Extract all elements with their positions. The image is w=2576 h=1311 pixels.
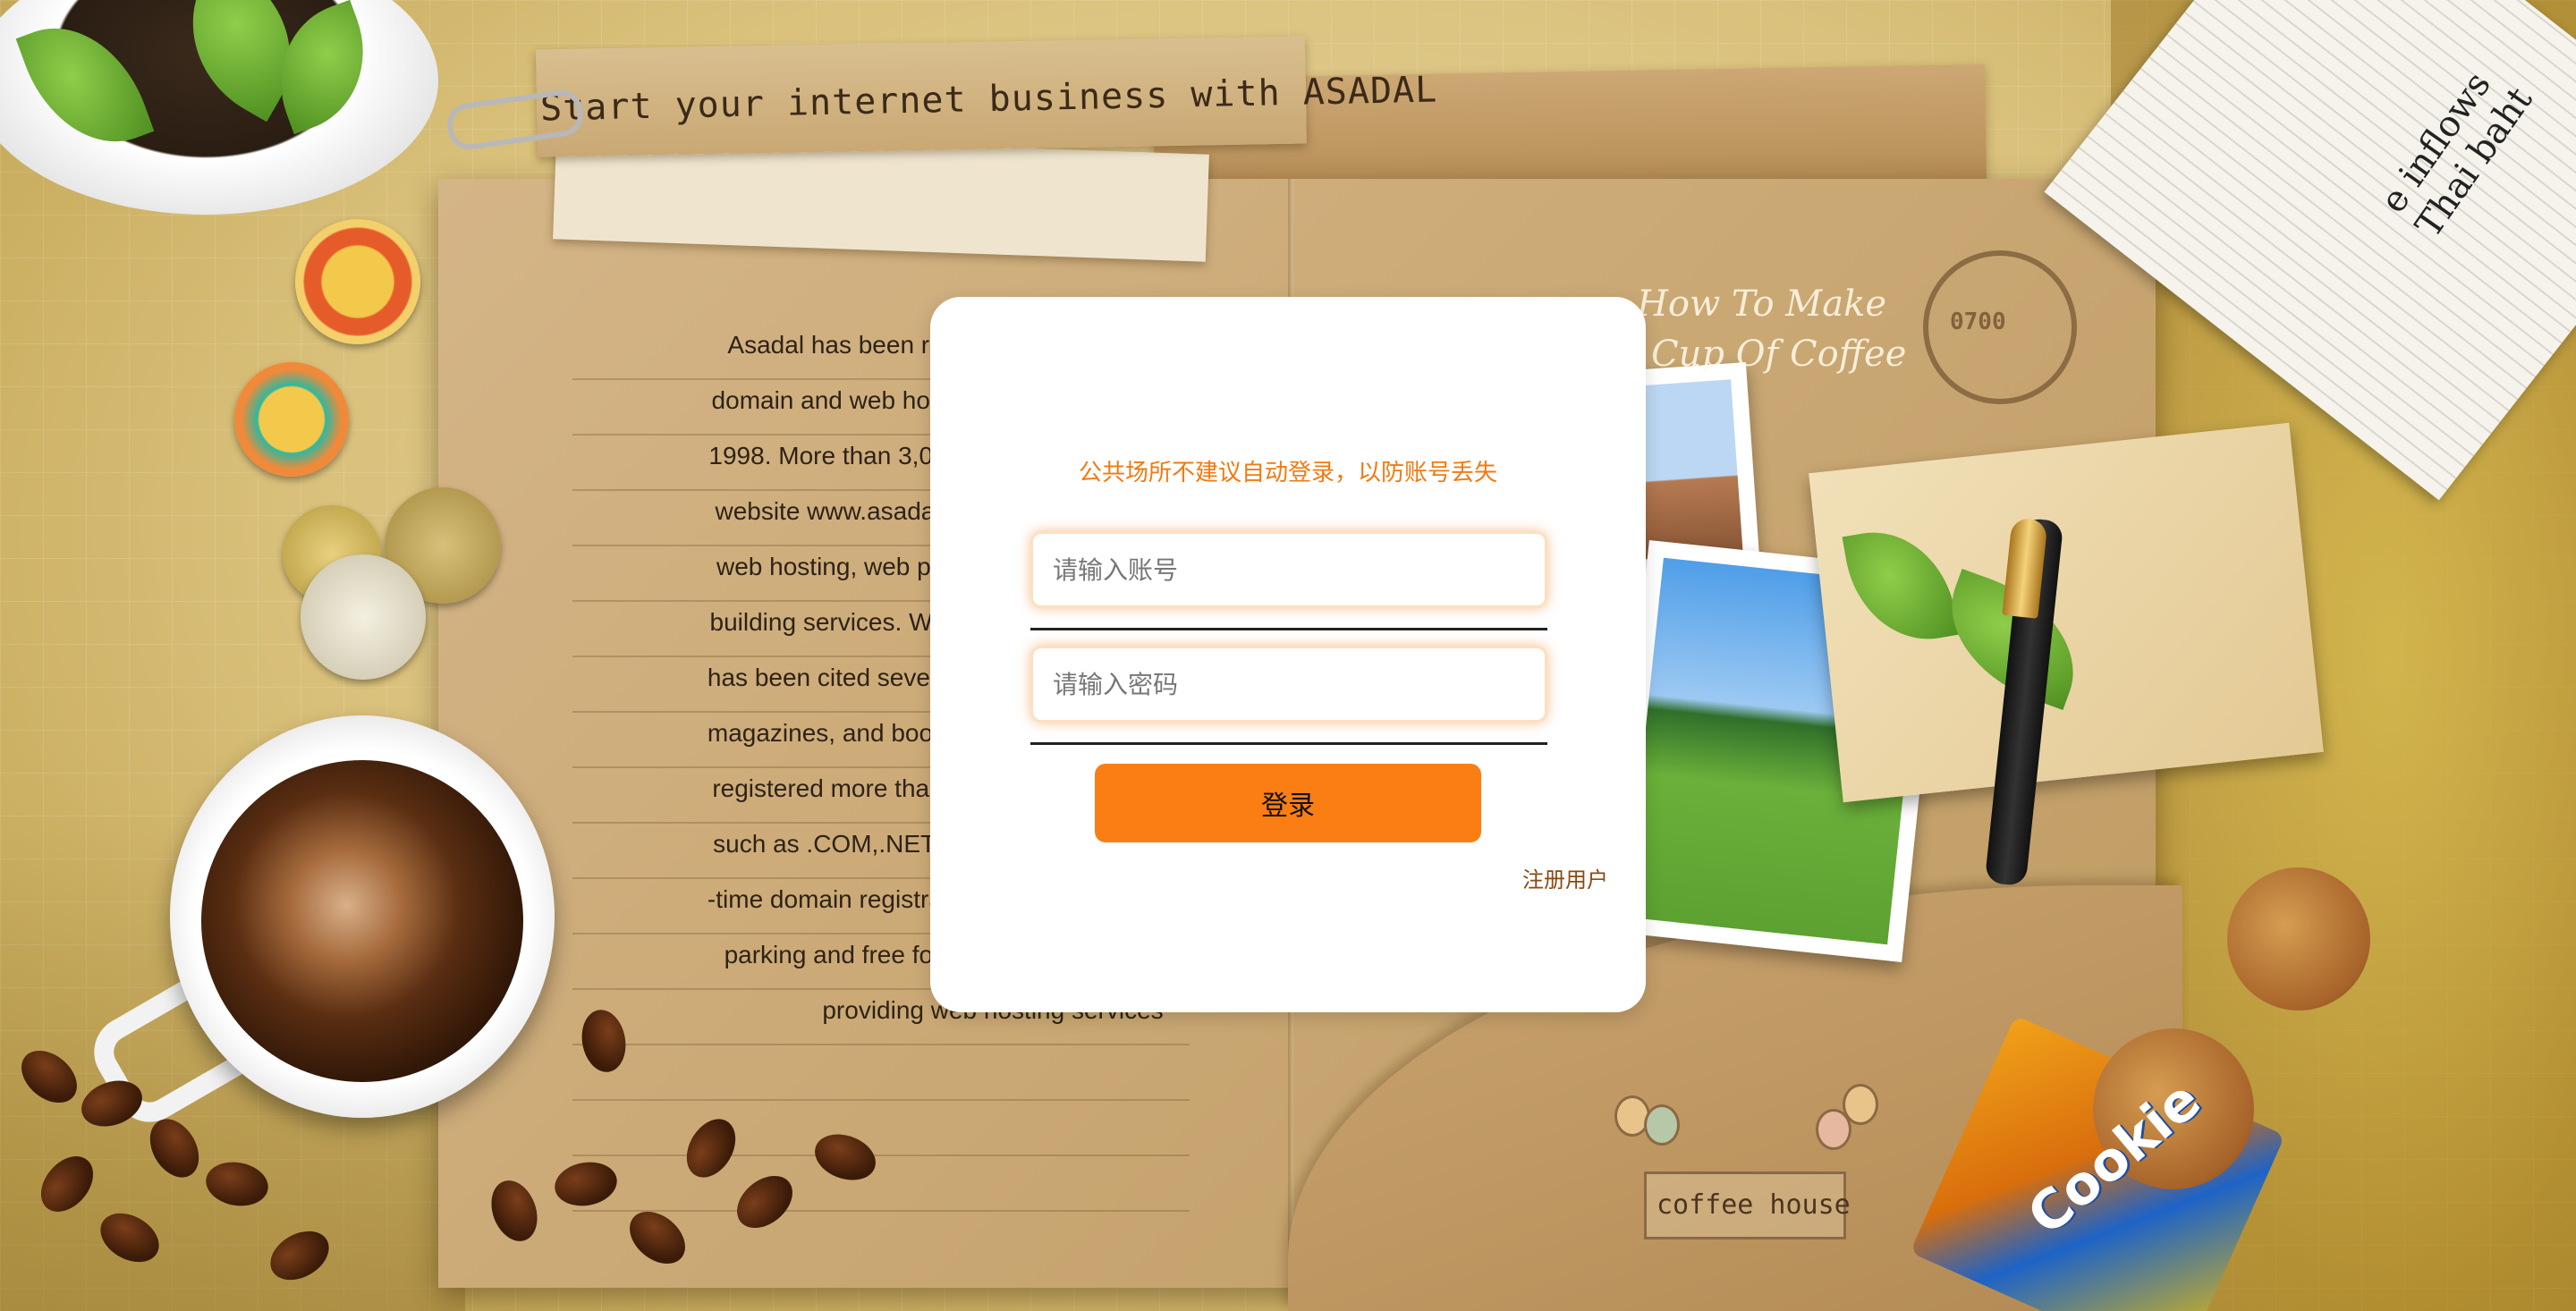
coin-icon <box>234 362 349 477</box>
balloon-icon <box>1644 1104 1680 1146</box>
register-link[interactable]: 注册用户 <box>1522 862 1608 893</box>
account-field-wrap <box>1030 531 1547 608</box>
coin-icon <box>301 554 426 680</box>
coffee-house-label: coffee house <box>1657 1189 1851 1221</box>
password-underline <box>1030 742 1547 745</box>
howto-line: Cup Of Coffee <box>1651 334 1907 375</box>
password-field-wrap <box>1030 646 1547 723</box>
login-button[interactable]: 登录 <box>1095 764 1481 842</box>
latte-art-icon <box>201 760 523 1082</box>
password-input[interactable] <box>1030 646 1547 723</box>
login-notice: 公共场所不建议自动登录，以防账号丢失 <box>1078 460 1497 486</box>
cookie-icon <box>2227 867 2370 1011</box>
account-underline <box>1030 628 1547 630</box>
balloon-icon <box>1843 1084 1878 1125</box>
login-card: 公共场所不建议自动登录，以防账号丢失 登录 注册用户 <box>930 297 1646 1012</box>
login-page: Start your internet business with ASADAL… <box>0 0 2576 1311</box>
howto-text: How To Make Cup Of Coffee <box>1637 279 1906 379</box>
stamp-text: 0700 <box>1950 309 2006 335</box>
howto-line: How To Make <box>1637 283 1887 325</box>
coin-icon <box>295 219 420 344</box>
account-input[interactable] <box>1030 531 1547 608</box>
